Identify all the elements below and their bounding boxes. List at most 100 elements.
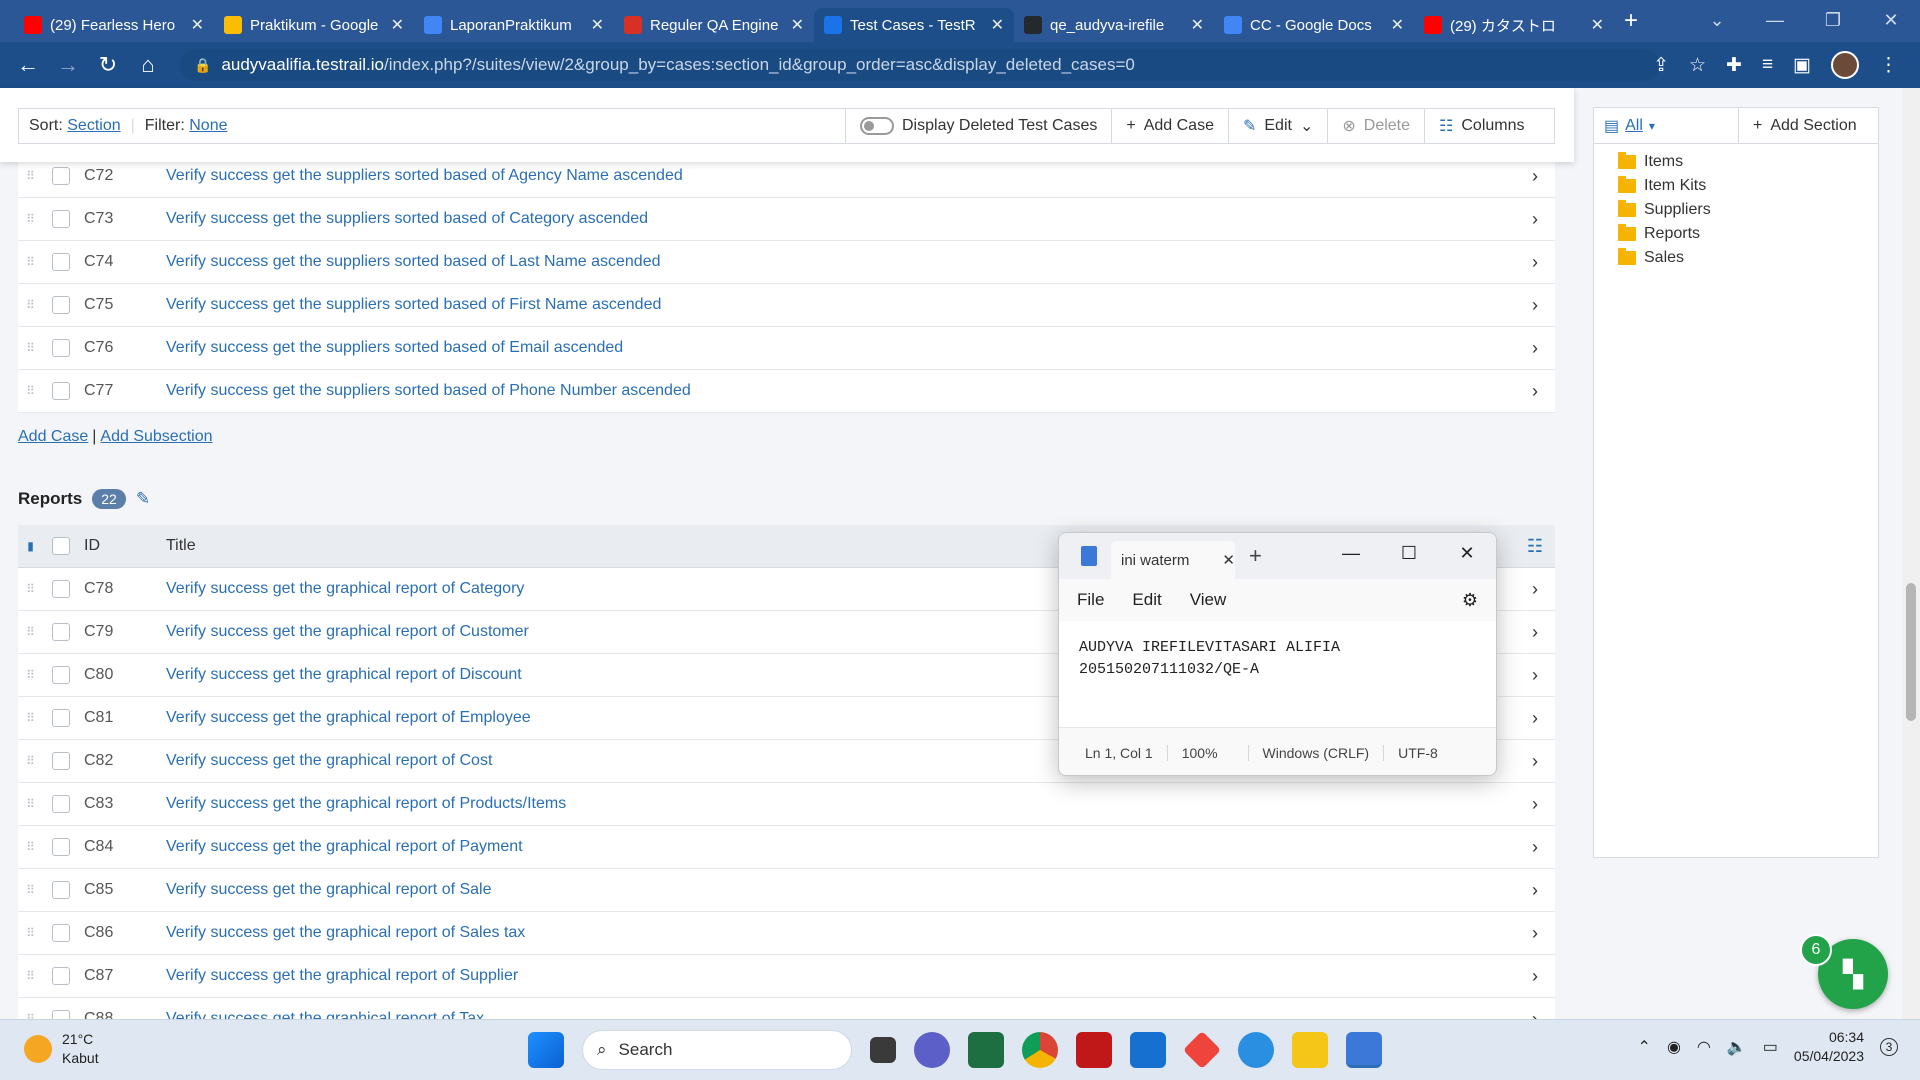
chevron-right-icon[interactable]: › [1515,209,1555,230]
table-row[interactable]: ⠿ C73 Verify success get the suppliers s… [18,198,1555,241]
minimize-icon[interactable]: — [1322,533,1380,573]
chevron-right-icon[interactable]: › [1515,622,1555,643]
clock[interactable]: 06:34 05/04/2023 [1794,1028,1864,1066]
menu-kebab-icon[interactable]: ⋮ [1879,54,1898,77]
edit-button[interactable]: ✎ Edit ⌄ [1227,109,1327,143]
drag-handle-icon[interactable]: ⠿ [18,883,42,897]
case-title-link[interactable]: Verify success get the suppliers sorted … [166,382,1515,400]
table-row[interactable]: ⠿ C77 Verify success get the suppliers s… [18,370,1555,413]
table-row[interactable]: ⠿ C87 Verify success get the graphical r… [18,955,1555,998]
row-checkbox[interactable] [52,666,70,684]
section-tree-item[interactable]: Sales [1618,246,1878,270]
side-panel-icon[interactable]: ▣ [1793,54,1811,77]
table-row[interactable]: ⠿ C86 Verify success get the graphical r… [18,912,1555,955]
maximize-icon[interactable]: ☐ [1380,533,1438,573]
menu-edit[interactable]: Edit [1132,590,1161,610]
browser-tab[interactable]: qe_audyva-irefile ✕ [1014,8,1214,42]
teams-chat-icon[interactable] [914,1032,950,1068]
chevron-right-icon[interactable]: › [1515,923,1555,944]
volume-icon[interactable]: 🔈 [1727,1037,1747,1057]
row-checkbox[interactable] [52,167,70,185]
close-tab-icon[interactable]: ✕ [1391,15,1404,35]
section-tree-item[interactable]: Item Kits [1618,174,1878,198]
case-title-link[interactable]: Verify success get the suppliers sorted … [166,167,1515,185]
row-checkbox[interactable] [52,296,70,314]
row-checkbox[interactable] [52,924,70,942]
browser-tab[interactable]: Praktikum - Google ✕ [214,8,414,42]
row-checkbox[interactable] [52,752,70,770]
back-icon[interactable]: ← [8,52,48,78]
delete-button[interactable]: ⊗ Delete [1327,109,1424,143]
row-checkbox[interactable] [52,623,70,641]
add-subsection-link[interactable]: Add Subsection [100,428,212,446]
drag-handle-icon[interactable]: ⠿ [18,711,42,725]
store-icon[interactable] [1130,1032,1166,1068]
extensions-puzzle-icon[interactable]: ✚ [1726,54,1742,77]
chevron-up-icon[interactable]: ⌃ [1638,1037,1651,1057]
file-explorer-icon[interactable] [1292,1032,1328,1068]
chevron-right-icon[interactable]: › [1515,966,1555,987]
row-checkbox[interactable] [52,795,70,813]
row-checkbox[interactable] [52,580,70,598]
close-tab-icon[interactable]: ✕ [791,15,804,35]
home-icon[interactable]: ⌂ [128,52,168,78]
drag-handle-icon[interactable]: ⠿ [18,384,42,398]
browser-tab[interactable]: Test Cases - TestR ✕ [814,8,1014,42]
add-section-button[interactable]: + Add Section [1739,117,1857,135]
case-title-link[interactable]: Verify success get the graphical report … [166,967,1515,985]
chevron-right-icon[interactable]: › [1515,252,1555,273]
column-config-icon[interactable]: ☷ [1515,536,1555,557]
row-checkbox[interactable] [52,967,70,985]
add-case-link[interactable]: Add Case [18,428,88,446]
bookmark-star-icon[interactable]: ☆ [1689,54,1706,77]
chevron-right-icon[interactable]: › [1515,751,1555,772]
close-icon[interactable]: ✕ [1438,533,1496,573]
row-checkbox[interactable] [52,881,70,899]
section-tree-item[interactable]: Items [1618,150,1878,174]
wifi-icon[interactable]: ◠ [1697,1037,1711,1057]
row-checkbox[interactable] [52,210,70,228]
chevron-right-icon[interactable]: › [1515,166,1555,187]
mcafee-icon[interactable] [1076,1032,1112,1068]
row-checkbox[interactable] [52,709,70,727]
url-field[interactable]: 🔒 audyvaalifia.testrail.io/index.php?/su… [180,49,1660,81]
forward-icon[interactable]: → [48,52,88,78]
row-checkbox[interactable] [52,253,70,271]
weather-widget[interactable]: 21°C Kabut [24,1030,99,1068]
close-tab-icon[interactable]: ✕ [1222,551,1235,569]
notepad-tab[interactable]: ini waterm ✕ [1111,541,1235,579]
case-title-link[interactable]: Verify success get the graphical report … [166,881,1515,899]
chevron-right-icon[interactable]: › [1515,794,1555,815]
browser-tab[interactable]: (29) Fearless Hero ✕ [14,8,214,42]
browser-tab[interactable]: LaporanPraktikum ✕ [414,8,614,42]
filter-link[interactable]: None [189,117,227,134]
drag-handle-icon[interactable]: ⠿ [18,212,42,226]
close-tab-icon[interactable]: ✕ [1591,15,1604,35]
sort-link[interactable]: Section [67,117,120,134]
close-tab-icon[interactable]: ✕ [991,15,1004,35]
anydesk-icon[interactable] [1182,1030,1222,1070]
excel-icon[interactable] [968,1032,1004,1068]
display-deleted-toggle[interactable]: Display Deleted Test Cases [845,109,1111,143]
browser-tab[interactable]: Reguler QA Engine ✕ [614,8,814,42]
toggle-switch[interactable] [860,117,894,135]
chevron-right-icon[interactable]: › [1515,295,1555,316]
chevron-right-icon[interactable]: › [1515,665,1555,686]
help-icon[interactable] [1238,1032,1274,1068]
tab-search-icon[interactable]: ⌄ [1688,0,1746,40]
chevron-right-icon[interactable]: › [1515,579,1555,600]
share-icon[interactable]: ⇪ [1653,54,1669,77]
case-title-link[interactable]: Verify success get the graphical report … [166,838,1515,856]
close-tab-icon[interactable]: ✕ [391,15,404,35]
table-row[interactable]: ⠿ C76 Verify success get the suppliers s… [18,327,1555,370]
minimize-icon[interactable]: — [1746,0,1804,40]
settings-gear-icon[interactable]: ⚙ [1462,590,1478,611]
case-title-link[interactable]: Verify success get the graphical report … [166,924,1515,942]
case-title-link[interactable]: Verify success get the suppliers sorted … [166,296,1515,314]
all-dropdown[interactable]: ▤ All ▾ [1594,108,1739,143]
row-checkbox[interactable] [52,382,70,400]
close-tab-icon[interactable]: ✕ [191,15,204,35]
profile-avatar[interactable] [1831,51,1859,79]
chevron-right-icon[interactable]: › [1515,708,1555,729]
table-row[interactable]: ⠿ C74 Verify success get the suppliers s… [18,241,1555,284]
